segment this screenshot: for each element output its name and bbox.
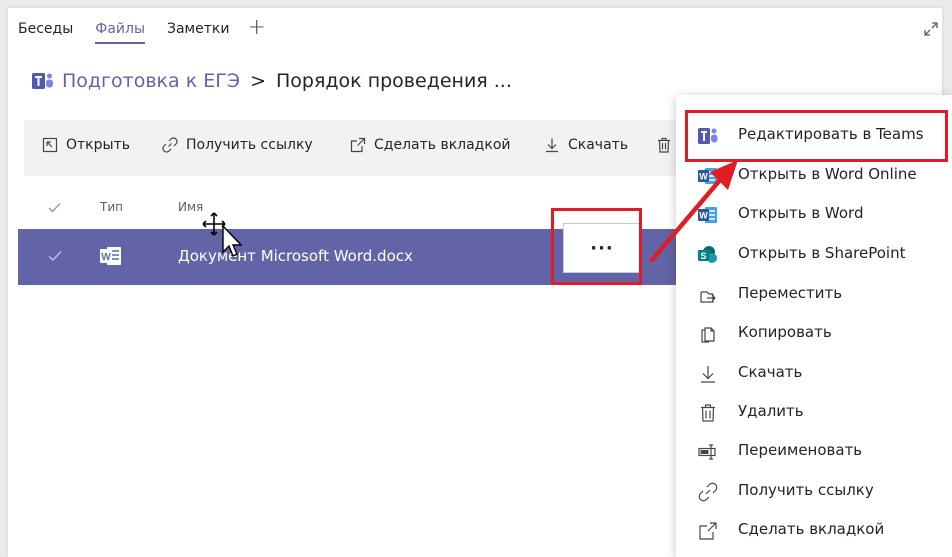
menu-item-download[interactable]: Скачать	[676, 354, 952, 392]
move-icon	[700, 291, 716, 303]
mouse-cursor-icon	[202, 212, 242, 257]
tab-notes[interactable]: Заметки	[167, 18, 229, 40]
menu-item-label: Открыть в Word Online	[738, 165, 917, 183]
trash-icon	[701, 404, 715, 422]
breadcrumb-separator: >	[250, 70, 267, 92]
make-tab-button[interactable]: Сделать вкладкой	[350, 137, 511, 153]
word-icon: W	[100, 247, 121, 265]
download-icon	[546, 138, 558, 153]
add-tab-button[interactable]: +	[247, 17, 265, 39]
get-link-button[interactable]: Получить ссылку	[162, 137, 313, 153]
menu-item-get-link[interactable]: Получить ссылку	[676, 472, 952, 510]
link-icon	[698, 482, 718, 502]
rename-icon	[698, 444, 716, 460]
open-icon	[42, 137, 58, 153]
menu-item-label: Переместить	[738, 284, 843, 302]
menu-item-label: Открыть в SharePoint	[738, 244, 906, 262]
menu-item-rename[interactable]: Переименовать	[676, 432, 952, 470]
menu-item-label: Копировать	[738, 323, 832, 341]
open-label: Открыть	[66, 137, 130, 153]
menu-item-copy[interactable]: Копировать	[676, 314, 952, 352]
tab-icon	[350, 137, 366, 153]
menu-item-delete[interactable]: Удалить	[676, 393, 952, 431]
annotation-arrow-icon	[649, 160, 738, 263]
row-checkmark-icon[interactable]	[48, 249, 62, 263]
tab-files[interactable]: Файлы	[95, 18, 145, 44]
download-icon	[701, 366, 715, 383]
expand-icon[interactable]	[922, 20, 940, 38]
make-tab-label: Сделать вкладкой	[374, 137, 511, 153]
download-label: Скачать	[568, 137, 629, 153]
link-icon	[162, 137, 178, 153]
breadcrumb-current[interactable]: Порядок проведения ...	[276, 70, 512, 92]
tab-icon	[699, 522, 717, 540]
copy-icon	[701, 327, 715, 343]
menu-item-label: Переименовать	[738, 441, 863, 459]
svg-text:W: W	[101, 252, 111, 263]
menu-item-label: Получить ссылку	[738, 481, 874, 499]
highlight-frame-more-button	[551, 208, 642, 285]
menu-item-label: Скачать	[738, 363, 803, 381]
channel-tabs: Беседы Файлы Заметки +	[18, 17, 266, 44]
breadcrumb: Подготовка к ЕГЭ > Порядок проведения ..…	[32, 70, 512, 92]
open-button[interactable]: Открыть	[42, 137, 130, 153]
teams-icon	[32, 73, 53, 89]
menu-item-label: Сделать вкладкой	[738, 520, 885, 538]
menu-item-make-tab[interactable]: Сделать вкладкой	[676, 511, 952, 549]
breadcrumb-root-link[interactable]: Подготовка к ЕГЭ	[62, 70, 240, 92]
menu-item-move[interactable]: Переместить	[676, 275, 952, 313]
menu-item-label: Удалить	[738, 402, 804, 420]
menu-item-label: Открыть в Word	[738, 204, 864, 222]
column-header-type[interactable]: Тип	[100, 200, 123, 214]
tab-conversations[interactable]: Беседы	[18, 18, 73, 40]
column-header-name[interactable]: Имя	[178, 200, 203, 214]
get-link-label: Получить ссылку	[186, 137, 313, 153]
download-button[interactable]: Скачать	[544, 137, 628, 153]
select-all-checkmark-icon[interactable]	[48, 202, 61, 213]
